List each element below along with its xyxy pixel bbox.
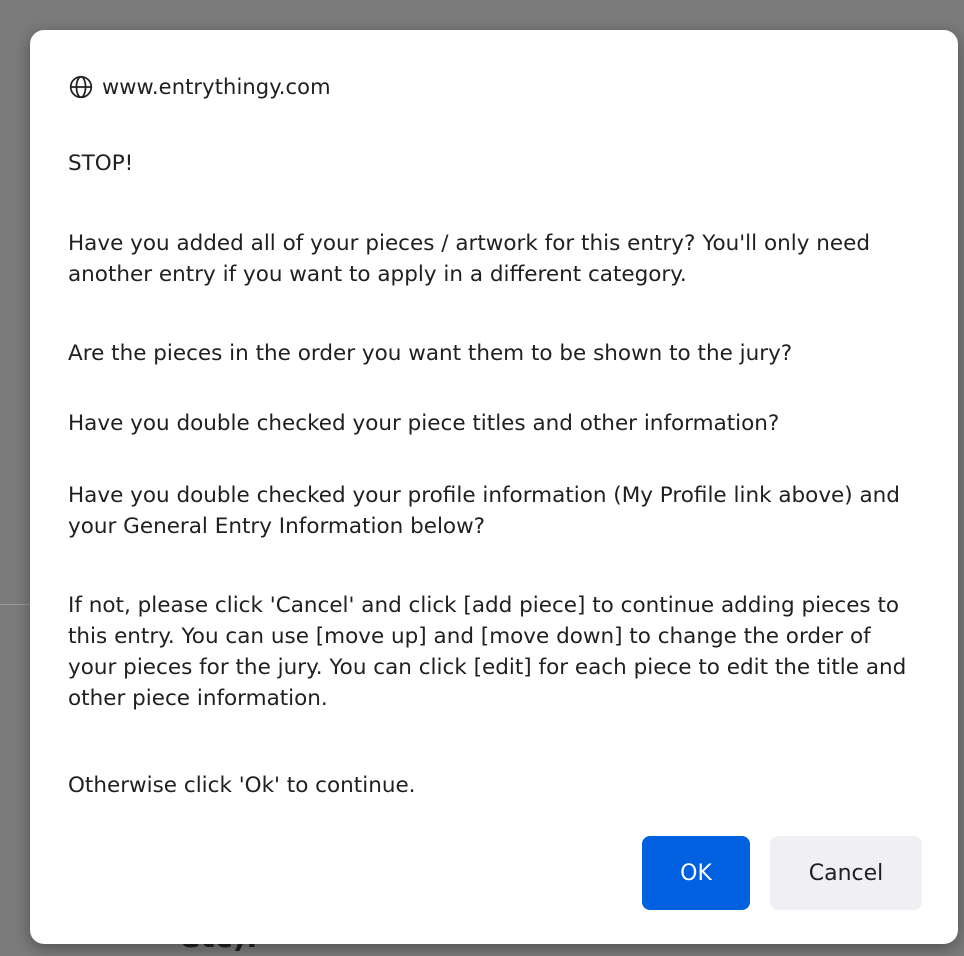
cancel-button[interactable]: Cancel [770,836,922,910]
origin-url: www.entrythingy.com [102,75,331,99]
message-otherwise: Otherwise click 'Ok' to continue. [68,773,416,798]
confirm-dialog: www.entrythingy.com STOP! Have you added… [30,30,958,944]
dialog-origin: www.entrythingy.com [68,72,331,102]
message-instructions: If not, please click 'Cancel' and click … [68,593,914,711]
background-divider [0,604,32,605]
message-titles: Have you double checked your piece title… [68,411,780,436]
message-order: Are the pieces in the order you want the… [68,341,793,366]
globe-icon [69,75,93,99]
message-profile: Have you double checked your profile inf… [68,483,907,539]
message-added-all: Have you added all of your pieces / artw… [68,231,877,287]
ok-button[interactable]: OK [642,836,750,910]
message-stop: STOP! [68,151,134,176]
